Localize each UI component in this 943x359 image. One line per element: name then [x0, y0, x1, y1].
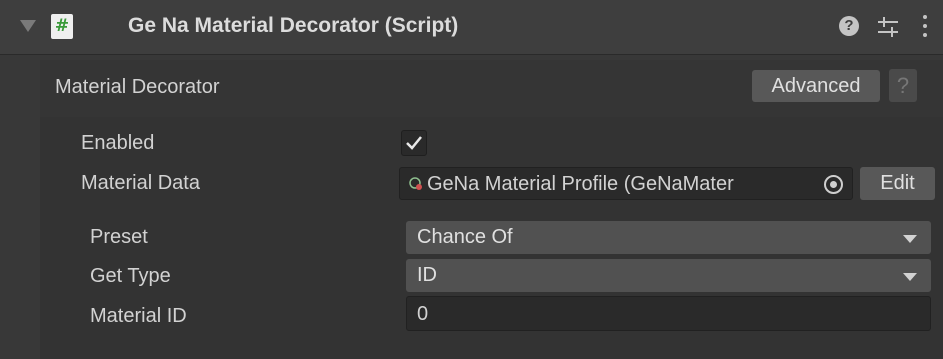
- get-type-dropdown[interactable]: ID: [406, 259, 931, 292]
- dropdown-arrow-icon: [903, 273, 917, 281]
- preset-label: Preset: [90, 226, 148, 248]
- get-type-value: ID: [417, 264, 437, 286]
- material-id-label: Material ID: [90, 305, 187, 327]
- object-picker-icon[interactable]: [824, 175, 843, 194]
- hash-glyph: #: [54, 16, 70, 36]
- checkmark-icon: [406, 136, 422, 150]
- hash-icon: #: [51, 14, 73, 39]
- component-header[interactable]: # Ge Na Material Decorator (Script) ?: [0, 0, 943, 55]
- edit-button[interactable]: Edit: [860, 167, 935, 200]
- advanced-button[interactable]: Advanced: [752, 70, 880, 102]
- material-id-value: 0: [417, 303, 429, 325]
- material-data-label: Material Data: [81, 172, 200, 194]
- dropdown-arrow-icon: [903, 235, 917, 243]
- preset-dropdown[interactable]: Chance Of: [406, 221, 931, 254]
- help-icon[interactable]: ?: [839, 16, 859, 36]
- enabled-checkbox[interactable]: [401, 130, 427, 156]
- material-profile-icon: [409, 177, 422, 190]
- material-data-value: GeNa Material Profile (GeNaMater: [427, 173, 734, 195]
- section-help-button[interactable]: ?: [889, 69, 917, 102]
- triangle-down-icon[interactable]: [20, 20, 36, 32]
- sliders-icon[interactable]: [876, 16, 900, 38]
- preset-value: Chance Of: [417, 226, 513, 248]
- section-title: Material Decorator: [55, 76, 220, 98]
- kebab-icon[interactable]: [922, 15, 928, 39]
- material-data-field[interactable]: GeNa Material Profile (GeNaMater: [399, 167, 853, 200]
- material-id-field[interactable]: 0: [406, 296, 931, 331]
- get-type-label: Get Type: [90, 265, 171, 287]
- enabled-label: Enabled: [81, 132, 155, 154]
- component-title: Ge Na Material Decorator (Script): [128, 14, 459, 37]
